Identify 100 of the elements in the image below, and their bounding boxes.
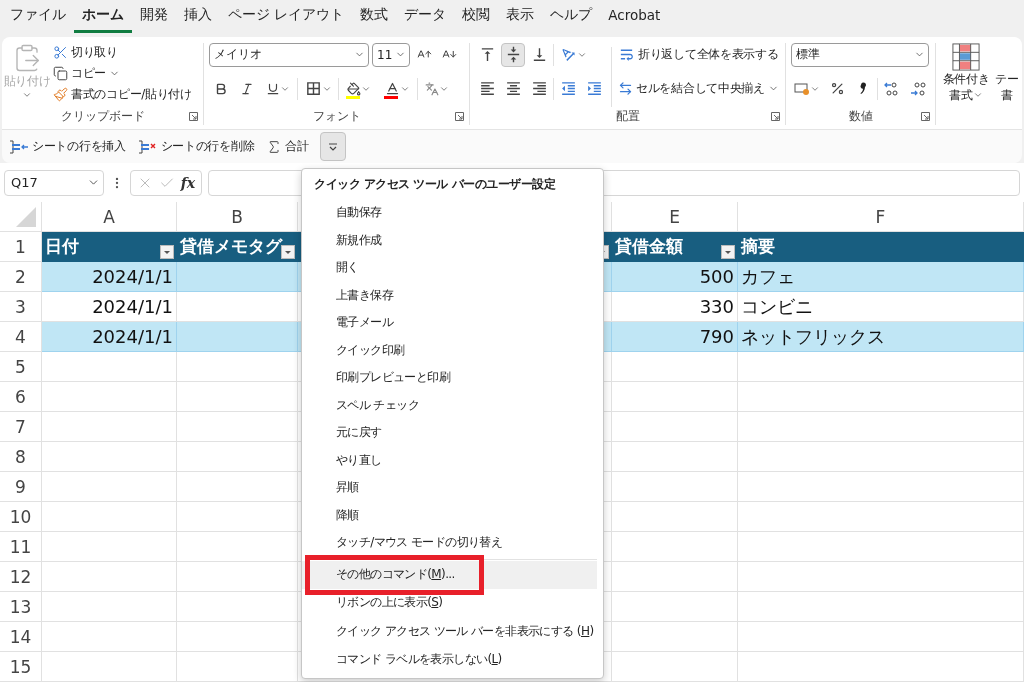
dialog-launcher-icon[interactable] <box>921 112 930 122</box>
filter-button[interactable] <box>281 245 295 259</box>
quick-access-button[interactable]: シートの行を削除 <box>136 137 256 156</box>
dialog-launcher-icon[interactable] <box>455 112 464 122</box>
align-right-icon <box>530 80 548 98</box>
row-header[interactable]: 3 <box>0 292 42 322</box>
menu-item[interactable]: 昇順 <box>302 474 598 502</box>
menu-item[interactable]: やり直し <box>302 446 598 474</box>
clipboard-button[interactable]: 切り取り <box>52 42 193 62</box>
vertical-align-button[interactable] <box>501 42 525 67</box>
currency-icon <box>794 81 810 96</box>
scissors-icon <box>53 44 68 60</box>
column-header[interactable]: A <box>42 202 177 232</box>
ribbon-tab[interactable]: 挿入 <box>176 0 220 33</box>
menu-item[interactable]: クイック印刷 <box>302 336 598 364</box>
column-header[interactable]: F <box>738 202 1024 232</box>
ribbon-tab[interactable]: 開発 <box>132 0 176 33</box>
row-header[interactable]: 15 <box>0 652 42 682</box>
header-text: 貸借金額 <box>615 235 683 258</box>
dialog-launcher-icon[interactable] <box>189 112 198 122</box>
row-header[interactable]: 14 <box>0 622 42 652</box>
column-header[interactable]: B <box>177 202 298 232</box>
percent-icon <box>829 81 845 97</box>
conditional-format-icon <box>952 42 980 71</box>
clipboard-button[interactable]: コピー <box>52 63 193 83</box>
font-size-select[interactable]: 11 <box>372 42 410 67</box>
decrease-decimal-icon <box>909 80 927 97</box>
increase-indent-icon <box>585 80 603 98</box>
row-header[interactable]: 2 <box>0 262 42 292</box>
header-text: 摘要 <box>741 235 775 258</box>
ribbon-tab[interactable]: ホーム <box>74 0 132 33</box>
paintbrush-icon <box>53 86 68 102</box>
header-text: 日付 <box>45 235 79 258</box>
customize-toolbar-button[interactable] <box>319 132 346 162</box>
row-header[interactable]: 5 <box>0 352 42 382</box>
ribbon-tab[interactable]: データ <box>396 0 455 33</box>
row-header[interactable]: 1 <box>0 232 42 262</box>
table-cell: 2024/1/1 <box>42 292 177 322</box>
menu-item[interactable]: 降順 <box>302 501 598 529</box>
phonetic-icon <box>425 81 439 96</box>
quick-access-button[interactable]: 合計 <box>265 137 310 156</box>
bold-icon <box>214 81 228 96</box>
name-box[interactable]: Q17 <box>4 169 104 196</box>
menu-item[interactable]: スペル チェック <box>302 391 598 419</box>
menu-item[interactable]: タッチ/マウス モードの切り替え <box>302 529 598 557</box>
insert-row-icon <box>9 138 29 155</box>
menu-item[interactable]: その他のコマンド(M)... <box>302 560 598 589</box>
table-cell: 790 <box>612 322 738 352</box>
dialog-launcher-icon[interactable] <box>771 112 780 122</box>
menu-item[interactable]: 自動保存 <box>302 199 598 227</box>
table-cell: 2024/1/1 <box>42 262 177 292</box>
copy-icon <box>53 65 68 81</box>
menu-item[interactable]: クイック アクセス ツール バーを非表示にする (H) <box>302 617 598 646</box>
row-header[interactable]: 8 <box>0 442 42 472</box>
clipboard-button[interactable]: 書式のコピー/貼り付け <box>52 84 193 104</box>
menu-item[interactable]: 印刷プレビューと印刷 <box>302 364 598 392</box>
column-header[interactable]: E <box>612 202 738 232</box>
group-label: クリップボード <box>60 107 145 125</box>
group-label: フォント <box>312 107 361 125</box>
group-label: 配置 <box>615 107 640 125</box>
row-header[interactable]: 11 <box>0 532 42 562</box>
row-header[interactable]: 4 <box>0 322 42 352</box>
wrap-text-button[interactable]: 折り返して全体を表示する <box>617 42 780 67</box>
row-header[interactable]: 6 <box>0 382 42 412</box>
row-header[interactable]: 9 <box>0 472 42 502</box>
menu-item[interactable]: リボンの上に表示(S) <box>302 588 598 618</box>
row-header[interactable]: 13 <box>0 592 42 622</box>
filter-button[interactable] <box>721 245 735 259</box>
menu-title: クイック アクセス ツール バーのユーザー設定 <box>313 175 557 193</box>
row-header[interactable]: 7 <box>0 412 42 442</box>
menu-item[interactable]: 新規作成 <box>302 226 598 254</box>
row-header[interactable]: 12 <box>0 562 42 592</box>
styles-button[interactable]: 条件付き 書式 <box>940 42 992 103</box>
ribbon-tab[interactable]: ヘルプ <box>542 0 601 33</box>
table-cell: 500 <box>612 262 738 292</box>
ribbon-tab[interactable]: 表示 <box>498 0 543 33</box>
decrease-indent-icon <box>559 80 577 98</box>
merge-center-button[interactable]: セルを結合して中央揃え <box>617 76 780 101</box>
table-cell: カフェ <box>738 262 1024 292</box>
ribbon-tab[interactable]: 校閲 <box>454 0 499 33</box>
menu-item[interactable]: コマンド ラベルを表示しない(L) <box>302 645 598 674</box>
align-left-icon <box>478 80 496 98</box>
menu-item[interactable]: 元に戻す <box>302 419 598 447</box>
filter-button[interactable] <box>160 245 174 259</box>
menu-item[interactable]: 上書き保存 <box>302 281 598 309</box>
menu-item[interactable]: 開く <box>302 254 598 282</box>
italic-icon <box>240 81 254 96</box>
ribbon-tab[interactable]: Acrobat <box>600 0 669 33</box>
quick-access-button[interactable]: シートの行を挿入 <box>8 137 127 156</box>
menu-item[interactable]: 電子メール <box>302 309 598 337</box>
ribbon-tab[interactable]: ファイル <box>2 0 74 33</box>
insert-function-button[interactable]: fx <box>180 174 196 191</box>
fill-color-bar <box>346 95 360 99</box>
row-header[interactable]: 10 <box>0 502 42 532</box>
comma-icon <box>859 81 867 96</box>
ribbon-tab[interactable]: 数式 <box>352 0 397 33</box>
font-name-select[interactable]: メイリオ <box>209 42 369 67</box>
styles-button[interactable]: テー 書 <box>994 42 1020 103</box>
ribbon-tab[interactable]: ページ レイアウト <box>220 0 353 33</box>
number-format-select[interactable]: 標準 <box>791 42 929 67</box>
